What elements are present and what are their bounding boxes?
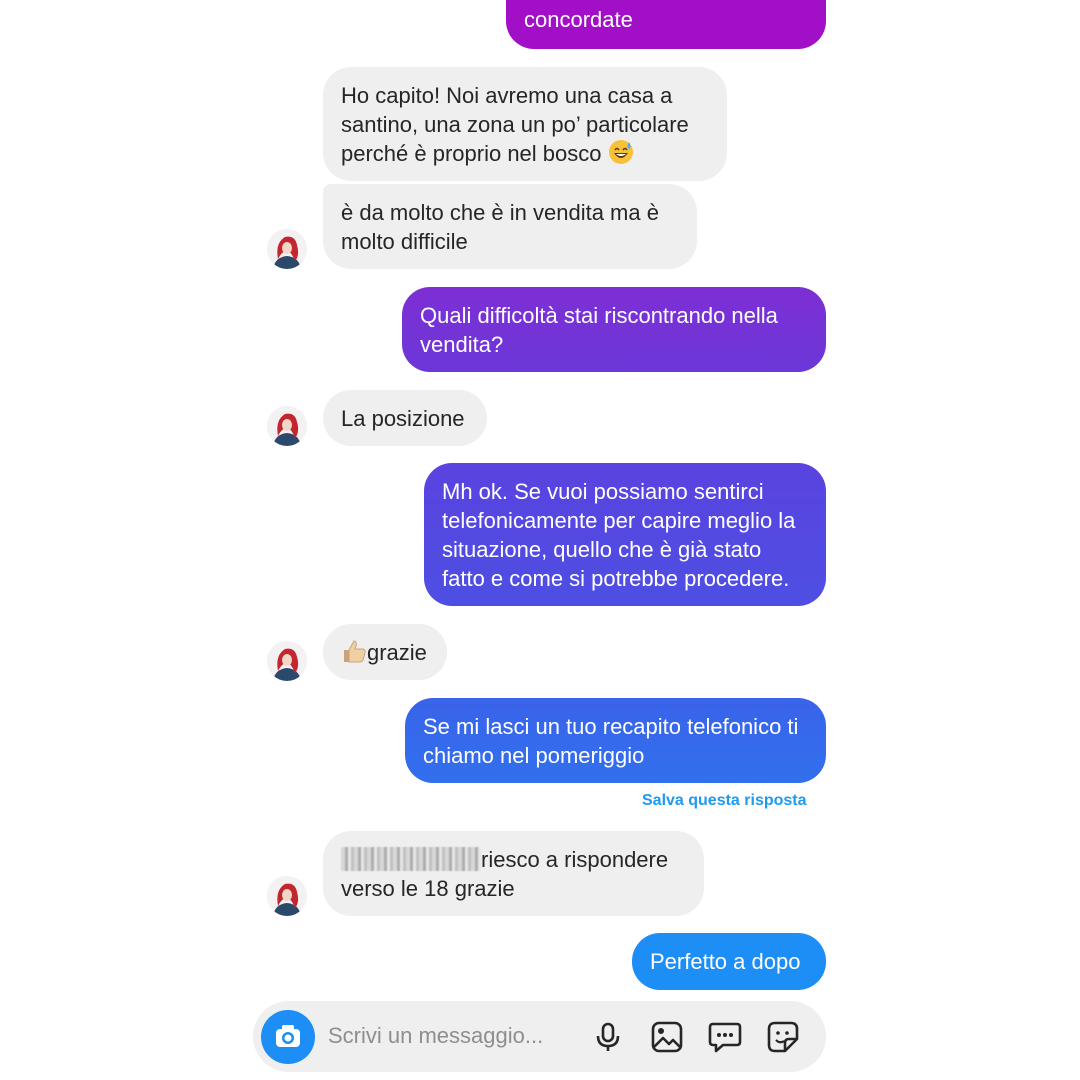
redacted-phone-number (341, 847, 481, 871)
message-bubble-incoming[interactable]: grazie (323, 624, 447, 680)
message-bubble-incoming[interactable]: riesco a rispondere verso le 18 grazie (323, 831, 704, 916)
message-bubble-outgoing[interactable]: Perfetto a dopo (632, 933, 826, 990)
message-text: è da molto che è in vendita ma è molto d… (341, 200, 659, 254)
message-bubble-outgoing[interactable]: Quali difficoltà stai riscontrando nella… (402, 287, 826, 372)
thumbs-up-emoji (341, 638, 367, 671)
message-text: Perfetto a dopo (650, 949, 801, 974)
image-icon[interactable] (649, 1019, 685, 1055)
message-bubble-incoming[interactable]: Ho capito! Noi avremo una casa a santino… (323, 67, 727, 181)
sweat-smile-emoji (608, 139, 634, 172)
avatar[interactable] (267, 641, 307, 681)
message-bubble-outgoing[interactable]: concordate (506, 0, 826, 49)
sticker-icon[interactable] (765, 1019, 801, 1055)
message-bubble-outgoing[interactable]: Mh ok. Se vuoi possiamo sentirci telefon… (424, 463, 826, 606)
camera-button[interactable] (261, 1010, 315, 1064)
message-input[interactable] (328, 1023, 578, 1049)
save-reply-link[interactable]: Salva questa risposta (642, 792, 807, 810)
message-text: La posizione (341, 406, 465, 431)
message-text: Se mi lasci un tuo recapito telefonico t… (423, 714, 799, 768)
chat-bubble-icon[interactable] (707, 1019, 743, 1055)
message-text: grazie (367, 640, 427, 665)
message-text: Quali difficoltà stai riscontrando nella… (420, 303, 778, 357)
message-composer (253, 1001, 826, 1072)
avatar[interactable] (267, 876, 307, 916)
microphone-icon[interactable] (590, 1019, 626, 1055)
message-text: concordate (524, 7, 633, 32)
avatar[interactable] (267, 229, 307, 269)
message-bubble-incoming[interactable]: è da molto che è in vendita ma è molto d… (323, 184, 697, 269)
message-text: Ho capito! Noi avremo una casa a santino… (341, 83, 689, 166)
message-bubble-incoming[interactable]: La posizione (323, 390, 487, 446)
message-bubble-outgoing[interactable]: Se mi lasci un tuo recapito telefonico t… (405, 698, 826, 783)
avatar[interactable] (267, 406, 307, 446)
camera-icon (276, 1025, 300, 1047)
message-text: Mh ok. Se vuoi possiamo sentirci telefon… (442, 479, 796, 591)
